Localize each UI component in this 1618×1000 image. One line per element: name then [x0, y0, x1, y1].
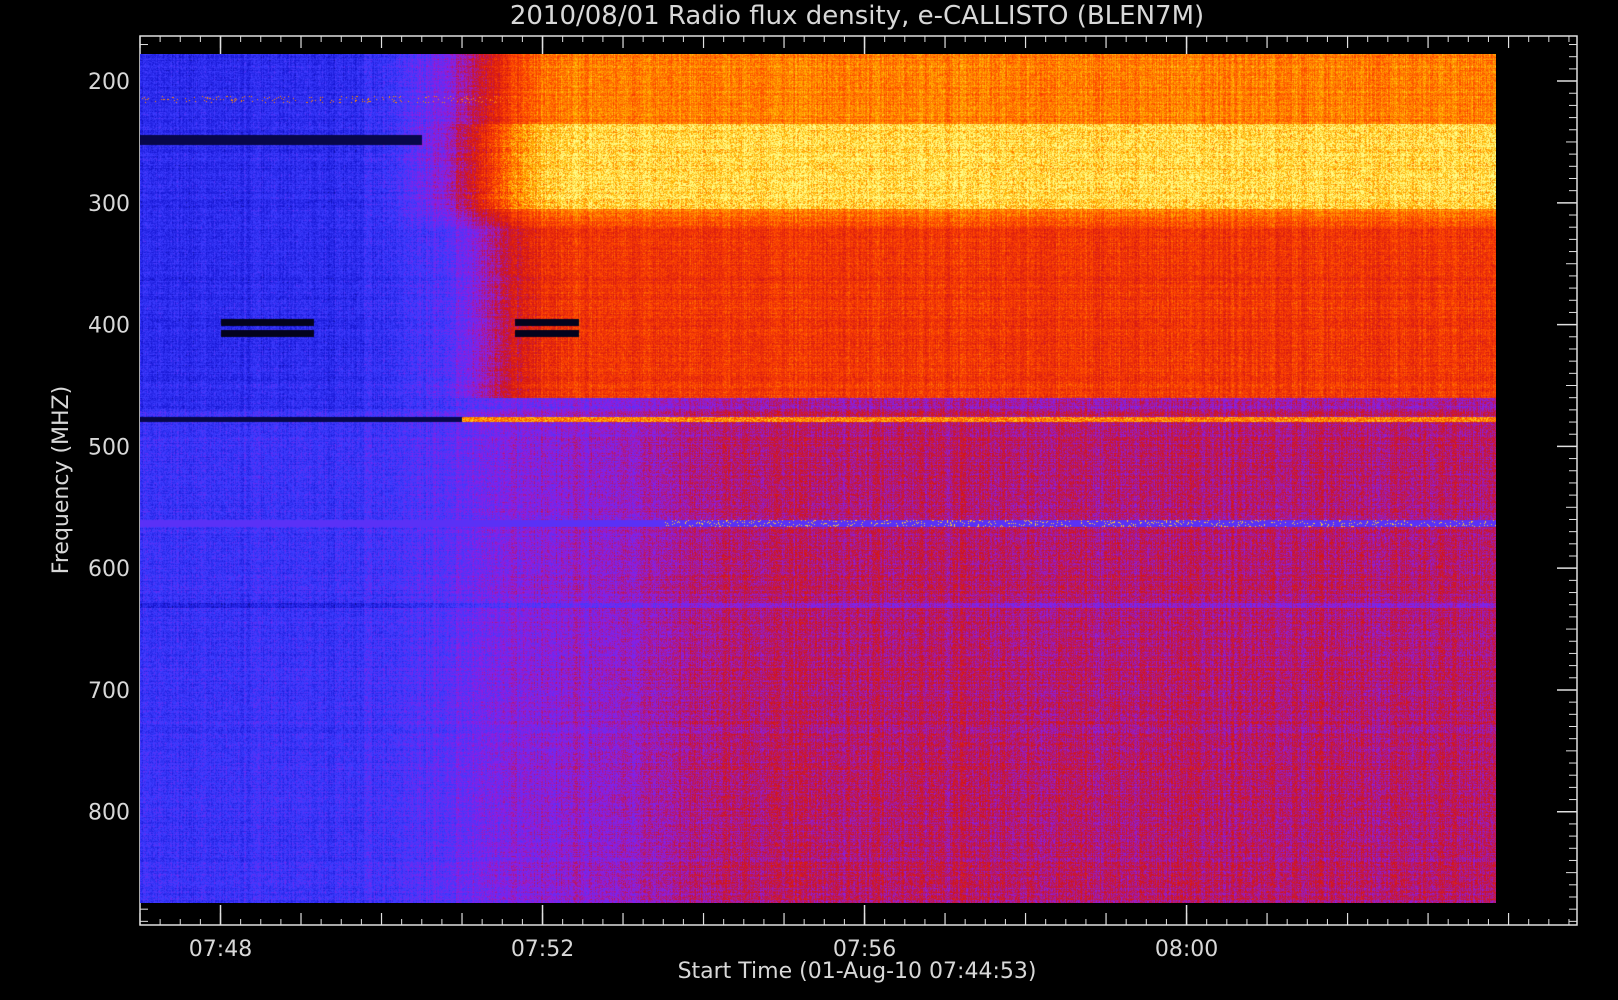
x-tick-label: 08:00 [1155, 937, 1218, 962]
x-tick-label: 07:48 [189, 937, 252, 962]
y-tick-label: 700 [88, 679, 130, 704]
spectrogram-image [140, 54, 1496, 903]
y-tick-label: 300 [88, 192, 130, 217]
x-axis-label: Start Time (01-Aug-10 07:44:53) [678, 959, 1037, 984]
x-tick-label: 07:52 [511, 937, 574, 962]
y-tick-label: 600 [88, 557, 130, 582]
y-tick-label: 200 [88, 70, 130, 95]
y-tick-label: 400 [88, 314, 130, 339]
y-tick-label: 500 [88, 435, 130, 460]
y-axis-label: Frequency (MHZ) [49, 386, 74, 574]
chart-title: 2010/08/01 Radio flux density, e-CALLIST… [510, 1, 1204, 31]
y-tick-label: 800 [88, 801, 130, 826]
